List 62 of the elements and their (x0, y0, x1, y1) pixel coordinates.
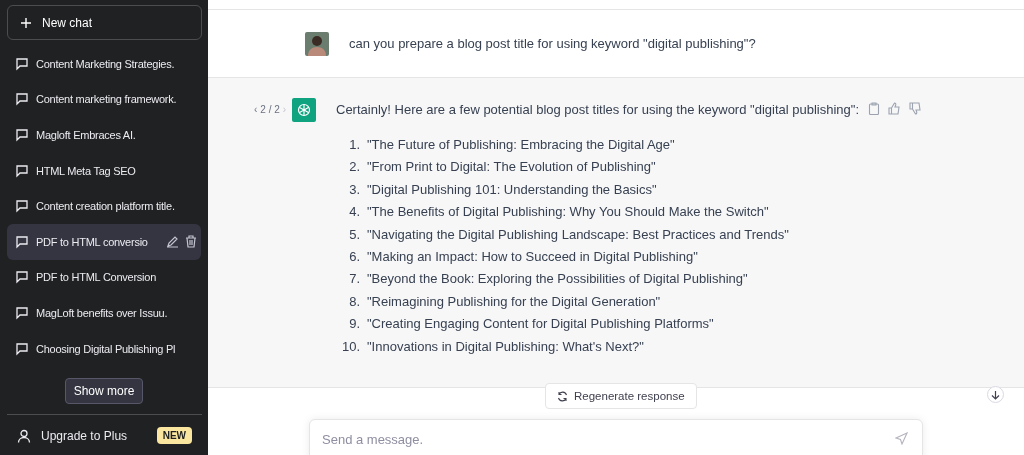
assistant-logo-icon (292, 98, 316, 122)
thumbs-down-icon[interactable] (909, 102, 922, 115)
list-number: 2. (348, 158, 360, 177)
chat-icon (15, 163, 29, 178)
send-icon[interactable] (895, 432, 908, 445)
avatar-icon (305, 31, 329, 56)
blog-title-suggestion: "From Print to Digital: The Evolution of Publishing" (367, 158, 656, 177)
list-number: 3. (348, 180, 360, 199)
previous-arrow[interactable]: ‹ (254, 104, 258, 387)
chat-history-item[interactable]: PDF to HTML Conversion (7, 259, 201, 296)
plus-icon (20, 16, 32, 29)
chat-icon (15, 128, 29, 142)
new-badge: NEW (156, 427, 192, 444)
user-icon (17, 428, 31, 443)
chat-history-item[interactable]: Magloft Embraces AI. (7, 117, 201, 153)
list-number: 7. (348, 270, 360, 289)
list-number: 9. (348, 315, 360, 334)
chat-history-item[interactable]: Choosing Digital Publishing Pl (7, 330, 201, 367)
chat-icon (15, 305, 29, 320)
upgrade-label: Upgrade to Plus (41, 428, 128, 443)
chat-icon (15, 199, 29, 214)
thumbs-up-icon[interactable] (888, 102, 901, 115)
blog-title-suggestion: "Creating Engaging Content for Digital Publishing Platforms" (367, 315, 714, 334)
response-pager: 2 / 2 (260, 104, 280, 117)
chat-history-item[interactable]: MagLoft benefits over Issuu. (7, 295, 201, 331)
chat-icon (15, 234, 29, 249)
chat-history-item[interactable]: Content creation platform title. (7, 188, 201, 224)
chat-icon (15, 92, 29, 107)
message-input[interactable]: Send a message. (322, 432, 895, 447)
scroll-down-icon[interactable] (987, 386, 1004, 403)
refresh-icon (557, 390, 568, 402)
list-number: 6. (348, 248, 360, 267)
list-number: 8. (348, 292, 360, 311)
blog-title-suggestion: "The Future of Publishing: Embracing the Digital Age" (367, 136, 675, 154)
blog-title-suggestion: "Beyond the Book: Exploring the Possibilities of Digital Publishing" (367, 270, 748, 289)
show-more-button[interactable]: Show more (64, 378, 144, 404)
blog-title-suggestion: "Digital Publishing 101: Understanding the Basics" (367, 180, 657, 199)
clipboard-icon[interactable] (868, 102, 880, 115)
list-number: 5. (348, 225, 360, 244)
new-chat-button[interactable]: New chat (7, 5, 202, 40)
chat-history-item[interactable]: Content marketing framework. (7, 81, 201, 118)
chat-history-item[interactable]: HTML Meta Tag SEO (7, 152, 201, 189)
pencil-icon[interactable] (166, 235, 179, 249)
chat-icon (15, 341, 29, 356)
chat-icon (15, 270, 29, 285)
chat-history-item[interactable]: PDF to HTML conversio (7, 223, 201, 260)
list-number: 10. (340, 337, 360, 356)
blog-title-suggestion: "Making an Impact: How to Succeed in Digital Publishing" (367, 248, 698, 267)
trash-icon[interactable] (185, 235, 197, 249)
blog-title-suggestion: "The Benefits of Digital Publishing: Why You Should Make the Switch" (367, 203, 769, 222)
regenerate-button[interactable]: Regenerate response (545, 383, 697, 409)
chat-icon (15, 56, 29, 71)
chat-history-item[interactable]: Content Marketing Strategies. (7, 46, 201, 82)
list-number: 1. (348, 136, 360, 154)
blog-title-suggestion: "Reimagining Publishing for the Digital Generation" (367, 292, 661, 311)
blog-title-suggestion: "Innovations in Digital Publishing: What's Next?" (367, 337, 644, 356)
upgrade-item[interactable]: Upgrade to Plus NEW (7, 415, 201, 444)
user-message: can you prepare a blog post title for using keyword "digital publishing"? (349, 36, 756, 51)
list-number: 4. (348, 203, 360, 222)
message-input[interactable]: Send a message. (309, 419, 923, 455)
assistant-message: Certainly! Here are a few potential blog post titles for using the keyword "digital publishing": (336, 102, 860, 117)
blog-title-suggestion: "Navigating the Digital Publishing Landscape: Best Practices and Trends" (367, 225, 789, 244)
